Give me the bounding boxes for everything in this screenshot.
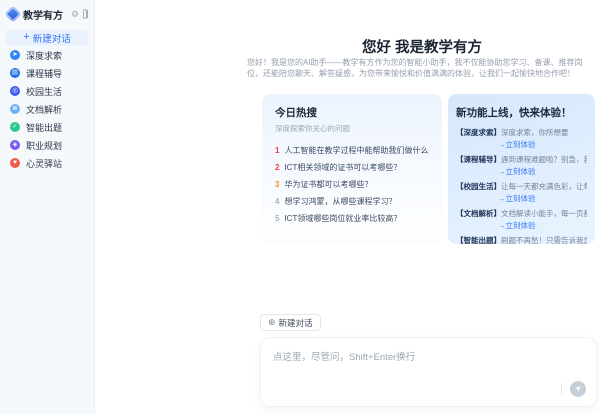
feature-try-now-link[interactable]: →立刻体验	[498, 139, 587, 150]
content-column: 您好 我是教学有方 您好！我是您的AI助手——教学有方作为您的智能小助手，我不仅…	[247, 30, 597, 414]
sidebar-item[interactable]: ✓ 智能出题	[0, 118, 94, 136]
greeting-description: 您好！我是您的AI助手——教学有方作为您的智能小助手，我不仅能协助您学习、备课、…	[247, 58, 583, 78]
feature-tag: 【智能出题】	[456, 236, 501, 244]
hot-search-item[interactable]: 1 人工智能在教学过程中能帮助我们做什么？	[275, 145, 429, 156]
feature-line: 【文档解析】文档解读小能手，每一页都轻...	[456, 209, 587, 219]
sidebar-item-label: 心灵驿站	[26, 158, 63, 169]
sidebar-item[interactable]: ➤ 深度求索	[0, 46, 94, 64]
hot-card-title: 今日热搜	[275, 107, 317, 119]
feature-description: 遇到课程难题啦？别急，我在...	[501, 155, 587, 164]
collapse-sidebar-icon[interactable]	[83, 9, 88, 19]
feature-tag: 【校园生活】	[456, 182, 501, 191]
sidebar-item-icon: ◈	[10, 140, 20, 150]
hot-search-item[interactable]: 4 想学习鸿蒙，从哪些课程学习？	[275, 196, 429, 207]
feature-line: 【深度求索】深度求索，你所想要	[456, 128, 587, 138]
feature-item: 【课程辅导】遇到课程难题啦？别急，我在... →立刻体验	[456, 155, 587, 177]
feature-tag: 【课程辅导】	[456, 155, 501, 164]
greeting-title: 您好 我是教学有方	[361, 40, 483, 56]
sidebar-item[interactable]: ◎ 校园生活	[0, 82, 94, 100]
feature-item: 【文档解析】文档解读小能手，每一页都轻... →立刻体验	[456, 209, 587, 231]
hot-item-text: 想学习鸿蒙，从哪些课程学习？	[284, 197, 397, 206]
sidebar-item-icon: ▤	[10, 68, 20, 78]
hot-item-text: 人工智能在教学过程中能帮助我们做什么？	[284, 146, 429, 155]
composer-new-chat-label: 新建对话	[278, 317, 313, 328]
features-list: 【深度求索】深度求索，你所想要 →立刻体验 【课程辅导】遇到课程难题啦？别急，我…	[456, 128, 587, 244]
features-card-title: 新功能上线，快来体验！	[456, 107, 572, 119]
send-area: ➤	[561, 381, 586, 397]
settings-gear-icon[interactable]: ⚙	[71, 9, 79, 19]
message-input-container: ➤	[260, 337, 597, 407]
sidebar-item-icon: ➤	[10, 50, 20, 60]
feature-description: 让每一天都充满色彩，让每一...	[501, 182, 587, 191]
sidebar-item-icon: ♥	[10, 158, 20, 168]
sidebar-item-label: 深度求索	[26, 50, 63, 61]
main-area: 您好 我是教学有方 您好！我是您的AI助手——教学有方作为您的智能小助手，我不仅…	[95, 0, 600, 414]
feature-tag: 【文档解析】	[456, 209, 501, 218]
hot-search-item[interactable]: 3 华为证书都可以考哪些？	[275, 179, 429, 190]
plus-icon: +	[23, 31, 30, 43]
sidebar-item[interactable]: ♥ 心灵驿站	[0, 154, 94, 172]
app-logo-icon	[4, 5, 22, 23]
sidebar-item-icon: ◎	[10, 86, 20, 96]
feature-try-now-link[interactable]: →立刻体验	[498, 166, 587, 177]
sidebar-header: 教学有方 ⚙	[0, 0, 94, 28]
hot-item-text: 华为证书都可以考哪些？	[284, 180, 373, 189]
feature-line: 【校园生活】让每一天都充满色彩，让每一...	[456, 182, 587, 192]
send-divider	[561, 383, 562, 395]
feature-tag: 【深度求索】	[456, 128, 501, 137]
hot-search-card: 今日热搜 深度探索你关心的问题 1 人工智能在教学过程中能帮助我们做什么？ 2	[262, 94, 442, 244]
hot-item-text: ICT相关领域的证书可以考哪些？	[284, 163, 402, 172]
sidebar-item-icon: ≣	[10, 104, 20, 114]
send-button[interactable]: ➤	[570, 381, 586, 397]
sidebar-item-label: 文档解析	[26, 104, 63, 115]
app-window: 教学有方 ⚙ + 新建对话 ➤ 深度求索 ▤ 课程辅导 ◎ 校园生活 ≣ 文档解…	[0, 0, 600, 414]
feature-item: 【深度求索】深度求索，你所想要 →立刻体验	[456, 128, 587, 150]
message-input[interactable]	[261, 338, 596, 406]
sidebar-item-label: 校园生活	[26, 86, 63, 97]
hot-rank-number: 1	[275, 146, 280, 155]
hot-search-item[interactable]: 5 ICT领域哪些岗位就业率比较高？	[275, 213, 429, 224]
feature-try-now-link[interactable]: →立刻体验	[498, 220, 587, 231]
sidebar-new-chat-button[interactable]: + 新建对话	[6, 30, 88, 46]
sidebar-item-label: 智能出题	[26, 122, 63, 133]
hot-rank-number: 4	[275, 197, 280, 206]
feature-line: 【课程辅导】遇到课程难题啦？别急，我在...	[456, 155, 587, 165]
composer-new-chat-button[interactable]: ⊕ 新建对话	[260, 314, 321, 331]
sidebar-item-icon: ✓	[10, 122, 20, 132]
feature-description: 刷题不再愁！只需告诉我您的...	[501, 236, 587, 244]
circled-plus-icon: ⊕	[268, 317, 276, 327]
sidebar-item[interactable]: ◈ 职业规划	[0, 136, 94, 154]
sidebar-item[interactable]: ▤ 课程辅导	[0, 64, 94, 82]
feature-item: 【智能出题】刷题不再愁！只需告诉我您的... →立刻体验	[456, 236, 587, 244]
hot-item-text: ICT领域哪些岗位就业率比较高？	[284, 214, 402, 223]
sidebar-item-label: 职业规划	[26, 140, 63, 151]
sidebar-item-label: 课程辅导	[26, 68, 63, 79]
feature-try-now-link[interactable]: →立刻体验	[498, 193, 587, 204]
new-features-card: 新功能上线，快来体验！ 【深度求索】深度求索，你所想要 →立刻体验 【课程辅导】…	[448, 94, 595, 244]
feature-description: 深度求索，你所想要	[501, 128, 569, 137]
hot-rank-number: 2	[275, 163, 280, 172]
sidebar: 教学有方 ⚙ + 新建对话 ➤ 深度求索 ▤ 课程辅导 ◎ 校园生活 ≣ 文档解…	[0, 0, 95, 414]
hot-search-list: 1 人工智能在教学过程中能帮助我们做什么？ 2 ICT相关领域的证书可以考哪些？…	[275, 145, 429, 224]
hot-rank-number: 3	[275, 180, 280, 189]
app-title: 教学有方	[23, 10, 63, 22]
sidebar-nav: ➤ 深度求索 ▤ 课程辅导 ◎ 校园生活 ≣ 文档解析 ✓ 智能出题 ◈ 职业规…	[0, 46, 94, 172]
feature-description: 文档解读小能手，每一页都轻...	[501, 209, 587, 218]
hot-rank-number: 5	[275, 214, 280, 223]
sidebar-new-chat-label: 新建对话	[32, 34, 71, 45]
cards-row: 今日热搜 深度探索你关心的问题 1 人工智能在教学过程中能帮助我们做什么？ 2	[262, 94, 595, 244]
feature-item: 【校园生活】让每一天都充满色彩，让每一... →立刻体验	[456, 182, 587, 204]
hot-search-item[interactable]: 2 ICT相关领域的证书可以考哪些？	[275, 162, 429, 173]
paper-plane-icon: ➤	[572, 382, 584, 394]
feature-line: 【智能出题】刷题不再愁！只需告诉我您的...	[456, 236, 587, 244]
hot-card-subtitle: 深度探索你关心的问题	[275, 124, 350, 133]
sidebar-item[interactable]: ≣ 文档解析	[0, 100, 94, 118]
